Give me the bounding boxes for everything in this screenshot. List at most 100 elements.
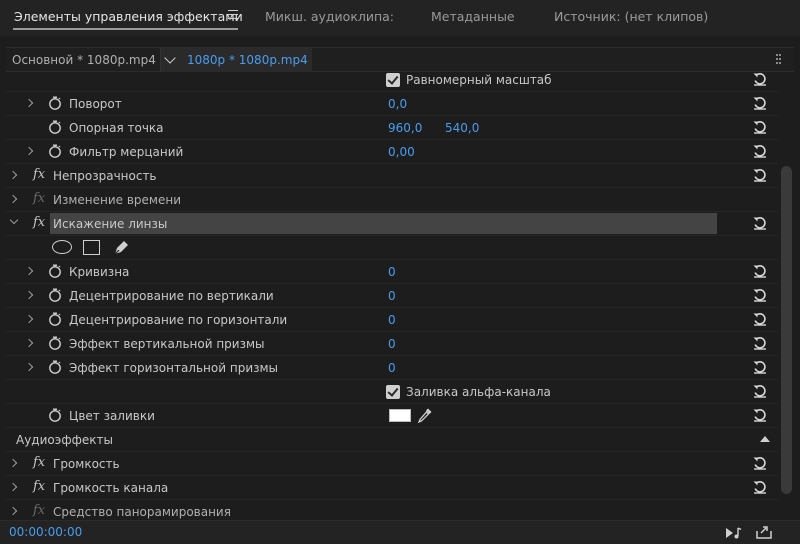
volume-label: Громкость (53, 457, 120, 471)
stopwatch-icon[interactable] (48, 360, 62, 374)
time-remapping-row[interactable]: fx Изменение времени (6, 188, 778, 212)
uniform-scale-checkbox[interactable] (386, 73, 400, 87)
tab-audio-clip-mixer[interactable]: Микш. аудиоклипа: (265, 9, 394, 24)
tab-metadata[interactable]: Метаданные (431, 9, 515, 24)
opacity-effect-row[interactable]: fx Непрозрачность (6, 164, 778, 188)
stopwatch-icon[interactable] (48, 288, 62, 302)
reset-icon[interactable] (752, 455, 768, 471)
lens-distortion-row[interactable]: fx Искажение линзы (6, 212, 778, 236)
panner-row[interactable]: fx Средство панорамирования (6, 500, 778, 520)
clip-tab-row: Основной * 1080p.mp4 1080p * 1080p.mp4 (6, 47, 794, 72)
reset-icon[interactable] (752, 119, 768, 135)
reset-icon[interactable] (752, 479, 768, 495)
rotation-row: Поворот 0,0 (6, 92, 778, 116)
stopwatch-icon[interactable] (48, 408, 62, 422)
channel-volume-row[interactable]: fx Громкость канала (6, 476, 778, 500)
reset-icon[interactable] (752, 143, 768, 159)
reset-icon[interactable] (752, 311, 768, 327)
chevron-right-icon[interactable] (8, 194, 18, 204)
tab-effect-controls[interactable]: Элементы управления эффектами (14, 9, 243, 24)
horizontal-decentering-value[interactable]: 0 (388, 313, 396, 327)
reset-icon[interactable] (752, 383, 768, 399)
reset-icon[interactable] (752, 72, 768, 87)
anti-flicker-value[interactable]: 0,00 (388, 145, 415, 159)
chevron-right-icon[interactable] (24, 146, 34, 156)
collapse-triangle-icon[interactable] (760, 436, 770, 442)
anchor-point-row: Опорная точка 960,0 540,0 (6, 116, 778, 140)
chevron-right-icon[interactable] (24, 314, 34, 324)
chevron-down-icon[interactable] (9, 215, 19, 225)
export-icon[interactable] (755, 524, 773, 540)
time-remapping-label: Изменение времени (53, 193, 182, 207)
chevron-right-icon[interactable] (24, 362, 34, 372)
rectangle-mask-icon[interactable] (83, 240, 100, 255)
tab-source[interactable]: Источник: (нет клипов) (554, 9, 708, 24)
eyedropper-icon[interactable] (417, 407, 433, 424)
horizontal-prism-value[interactable]: 0 (388, 361, 396, 375)
chevron-right-icon[interactable] (8, 170, 18, 180)
anchor-point-x[interactable]: 960,0 (388, 121, 422, 135)
chevron-right-icon[interactable] (24, 338, 34, 348)
audio-effects-section[interactable]: Аудиоэффекты (6, 428, 778, 452)
stopwatch-icon[interactable] (48, 336, 62, 350)
reset-icon[interactable] (752, 407, 768, 423)
chevron-right-icon[interactable] (8, 458, 18, 468)
fill-alpha-checkbox[interactable] (386, 385, 400, 399)
fill-color-row: Цвет заливки (6, 404, 778, 428)
chevron-right-icon[interactable] (24, 98, 34, 108)
timecode[interactable]: 00:00:00:00 (9, 525, 82, 539)
reset-icon[interactable] (752, 167, 768, 183)
vertical-decentering-value[interactable]: 0 (388, 289, 396, 303)
reset-icon[interactable] (752, 335, 768, 351)
chevron-right-icon[interactable] (8, 482, 18, 492)
reset-icon[interactable] (752, 287, 768, 303)
rotation-label: Поворот (69, 97, 122, 111)
stopwatch-icon[interactable] (48, 96, 62, 110)
vertical-prism-value[interactable]: 0 (388, 337, 396, 351)
vertical-decentering-row: Децентрирование по вертикали 0 (6, 284, 778, 308)
rotation-value[interactable]: 0,0 (388, 97, 407, 111)
lens-distortion-label: Искажение линзы (53, 217, 168, 231)
horizontal-decentering-row: Децентрирование по горизонтали 0 (6, 308, 778, 332)
chevron-right-icon[interactable] (24, 290, 34, 300)
opacity-label: Непрозрачность (53, 169, 157, 183)
fill-alpha-row: Заливка альфа-канала (6, 380, 778, 404)
fx-icon[interactable]: fx (33, 479, 45, 494)
fx-icon: fx (33, 503, 46, 518)
ellipse-mask-icon[interactable] (52, 240, 72, 254)
anchor-point-y[interactable]: 540,0 (445, 121, 479, 135)
fill-alpha-label: Заливка альфа-канала (406, 385, 551, 399)
sequence-clip-tab[interactable]: 1080p * 1080p.mp4 (160, 48, 312, 72)
uniform-scale-label: Равномерный масштаб (406, 73, 552, 87)
reset-icon[interactable] (752, 359, 768, 375)
fx-icon[interactable]: fx (33, 455, 45, 470)
anchor-point-label: Опорная точка (69, 121, 164, 135)
chevron-down-icon[interactable] (164, 52, 176, 64)
volume-effect-row[interactable]: fx Громкость (6, 452, 778, 476)
play-audio-icon[interactable] (724, 525, 744, 541)
reset-icon[interactable] (752, 215, 768, 231)
reset-icon[interactable] (752, 95, 768, 111)
fill-color-swatch[interactable] (389, 409, 411, 422)
chevron-right-icon[interactable] (24, 266, 34, 276)
chevron-right-icon[interactable] (8, 506, 18, 516)
fx-icon[interactable]: fx (33, 167, 45, 182)
scrollbar-thumb[interactable] (781, 166, 792, 494)
horizontal-decentering-label: Децентрирование по горизонтали (69, 313, 288, 327)
stopwatch-icon[interactable] (48, 264, 62, 278)
stopwatch-icon[interactable] (48, 144, 62, 158)
sequence-clip-label: 1080p * 1080p.mp4 (187, 53, 308, 67)
panel-menu-icon[interactable] (228, 10, 238, 20)
pen-mask-icon[interactable] (112, 239, 130, 257)
horizontal-prism-label: Эффект горизонтальной призмы (69, 361, 279, 375)
stopwatch-icon[interactable] (48, 120, 62, 134)
panel-tab-bar: Элементы управления эффектами Микш. ауди… (0, 0, 800, 36)
reset-icon[interactable] (752, 263, 768, 279)
master-clip-tab[interactable]: Основной * 1080p.mp4 (12, 53, 156, 67)
fx-icon[interactable]: fx (33, 215, 45, 230)
vertical-decentering-label: Децентрирование по вертикали (69, 289, 274, 303)
anti-flicker-row: Фильтр мерцаний 0,00 (6, 140, 778, 164)
drag-handle-icon[interactable] (776, 54, 782, 66)
curvature-value[interactable]: 0 (388, 265, 396, 279)
stopwatch-icon[interactable] (48, 312, 62, 326)
